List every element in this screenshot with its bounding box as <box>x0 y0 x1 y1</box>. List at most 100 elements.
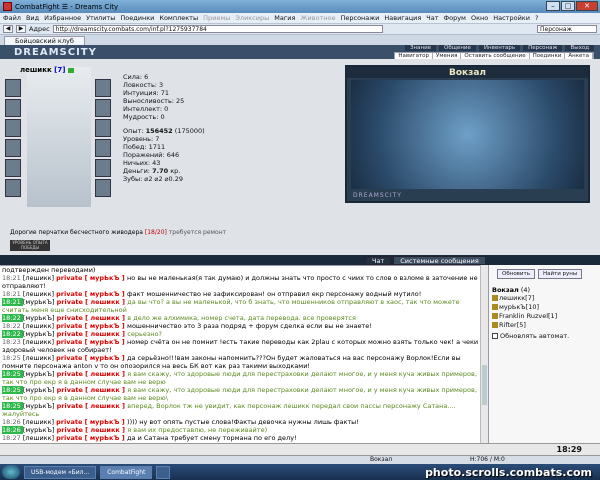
chat-scrollbar[interactable] <box>480 265 488 443</box>
chat-private-tag[interactable]: private [ лешикк ] <box>57 370 128 378</box>
room-person[interactable]: Franklin Ruzvel[1] <box>489 312 600 321</box>
equip-slot[interactable] <box>5 79 21 97</box>
chat-timestamp[interactable]: 18:22 <box>2 314 23 322</box>
chat-private-tag[interactable]: private [ лешикк ] <box>57 298 128 306</box>
search-input[interactable]: Персонаж <box>537 25 597 33</box>
task-modem[interactable]: USB-модем «Бил... <box>24 465 97 479</box>
chat-timestamp[interactable]: 18:21 <box>2 298 23 306</box>
auto-refresh[interactable]: Обновлять автомат. <box>489 332 600 340</box>
equip-slot[interactable] <box>5 139 21 157</box>
menu-item[interactable]: Утилиты <box>86 14 115 22</box>
game-nav-item[interactable]: Общение <box>439 45 476 51</box>
chat-timestamp[interactable]: 18:21 <box>2 290 23 298</box>
person-name[interactable]: лешикк[7] <box>499 294 534 302</box>
equip-slot[interactable] <box>95 79 111 97</box>
find-runes-button[interactable]: Найти руны <box>537 269 583 279</box>
location-scene[interactable] <box>351 80 584 189</box>
chat-nick[interactable]: [мурЬкЪ] <box>23 402 57 410</box>
maximize-button[interactable]: □ <box>561 1 575 11</box>
chat-timestamp[interactable]: 18:27 <box>2 434 23 442</box>
chat-private-tag[interactable]: private [ мурЬкЪ ] <box>56 322 127 330</box>
chat-nick[interactable]: [мурЬкЪ] <box>23 298 57 306</box>
auto-refresh-checkbox[interactable] <box>492 333 498 339</box>
chat-nick[interactable]: [мурЬкЪ] <box>23 370 57 378</box>
chat-nick[interactable]: [лешикк] <box>23 338 56 346</box>
menu-item[interactable]: Файл <box>3 14 21 22</box>
character-name[interactable]: лешикк <box>20 66 52 74</box>
refresh-button[interactable]: Обновить <box>497 269 535 279</box>
back-icon[interactable]: ◀ <box>3 25 13 33</box>
chat-private-tag[interactable]: private [ мурЬкЪ ] <box>56 418 127 426</box>
chat-nick[interactable]: [лешикк] <box>23 274 56 282</box>
chat-nick[interactable]: [мурЬкЪ] <box>23 426 57 434</box>
start-button[interactable] <box>2 465 20 479</box>
private-message-icon[interactable] <box>492 295 498 301</box>
chat-nick[interactable]: [мурЬкЪ] <box>23 386 57 394</box>
private-message-icon[interactable] <box>492 304 498 310</box>
equip-slot[interactable] <box>95 139 111 157</box>
room-person[interactable]: мурЬкЪ[10] <box>489 303 600 312</box>
chat-private-tag[interactable]: private [ лешикк ] <box>57 426 128 434</box>
menu-item[interactable]: Эликсиры <box>235 14 269 22</box>
tab-chat[interactable]: Чат <box>365 256 392 265</box>
person-name[interactable]: Franklin Ruzvel[1] <box>499 312 557 320</box>
menu-item[interactable]: Окно <box>471 14 488 22</box>
menu-item[interactable]: Животное <box>300 14 335 22</box>
close-button[interactable]: ✕ <box>576 1 598 11</box>
game-nav-item[interactable]: Выход <box>565 45 594 51</box>
minimize-button[interactable]: – <box>546 1 560 11</box>
browser-tab[interactable]: Бойцовский клуб <box>4 36 85 45</box>
menu-item[interactable]: Навигация <box>384 14 421 22</box>
menu-item[interactable]: ? <box>535 14 538 22</box>
chat-timestamp[interactable]: 18:26 <box>2 418 23 426</box>
game-nav-item[interactable]: Инвентарь <box>478 45 521 51</box>
menu-item[interactable]: Избранное <box>44 14 81 22</box>
chat-timestamp[interactable]: 18:25 <box>2 402 23 410</box>
address-input[interactable]: http://dreamscity.combats.com/inf.pl?127… <box>52 25 383 33</box>
equip-slot[interactable] <box>95 99 111 117</box>
equip-slot[interactable] <box>5 179 21 197</box>
chat-nick[interactable]: [мурЬкЪ] <box>23 330 57 338</box>
chat-timestamp[interactable]: 18:25 <box>2 370 23 378</box>
chat-private-tag[interactable]: private [ мурЬкЪ ] <box>56 290 127 298</box>
game-nav-item[interactable]: Знание <box>404 45 437 51</box>
equip-slot[interactable] <box>5 119 21 137</box>
chat-private-tag[interactable]: private [ мурЬкЪ ] <box>56 354 127 362</box>
chat-nick[interactable]: [лешикк] <box>23 418 56 426</box>
chat-timestamp[interactable]: 18:23 <box>2 338 23 346</box>
chat-timestamp[interactable]: 18:21 <box>2 274 23 282</box>
info-icon[interactable] <box>67 67 74 73</box>
chat-timestamp[interactable]: 18:22 <box>2 330 23 338</box>
menu-item[interactable]: Настройки <box>493 14 530 22</box>
equip-slot[interactable] <box>95 179 111 197</box>
chat-nick[interactable]: [лешикк] <box>23 434 56 442</box>
menu-item[interactable]: Вид <box>26 14 39 22</box>
chat-private-tag[interactable]: private [ мурЬкЪ ] <box>56 274 127 282</box>
chat-nick[interactable]: [лешикк] <box>23 354 56 362</box>
character-figure[interactable] <box>27 67 91 207</box>
chat-private-tag[interactable]: private [ мурЬкЪ ] <box>56 434 127 442</box>
menu-item[interactable]: Персонажи <box>340 14 379 22</box>
chat-private-tag[interactable]: private [ лешикк ] <box>57 402 128 410</box>
chat-timestamp[interactable]: 18:25 <box>2 354 23 362</box>
equip-slot[interactable] <box>5 99 21 117</box>
chat-timestamp[interactable]: 18:26 <box>2 426 23 434</box>
room-person[interactable]: лешикк[7] <box>489 294 600 303</box>
chat-nick[interactable]: [лешикк] <box>23 322 56 330</box>
menu-item[interactable]: Приемы <box>203 14 230 22</box>
tab-system-messages[interactable]: Системные сообщения <box>393 256 486 265</box>
menu-item[interactable]: Комплекты <box>159 14 198 22</box>
menu-item[interactable]: Форум <box>444 14 466 22</box>
chat-nick[interactable]: [лешикк] <box>23 290 56 298</box>
equip-slot[interactable] <box>95 159 111 177</box>
private-message-icon[interactable] <box>492 322 498 328</box>
person-name[interactable]: мурЬкЪ[10] <box>499 303 539 311</box>
game-nav-item[interactable]: Персонаж <box>523 45 563 51</box>
task-browser[interactable] <box>156 465 171 479</box>
chat-input-bar[interactable]: 18:29 <box>0 443 600 455</box>
task-combatfight[interactable]: CombatFight <box>100 465 153 479</box>
menu-item[interactable]: Поединки <box>120 14 154 22</box>
forward-icon[interactable]: ▶ <box>16 25 26 33</box>
equip-slot[interactable] <box>5 159 21 177</box>
chat-private-tag[interactable]: private [ лешикк ] <box>57 330 128 338</box>
